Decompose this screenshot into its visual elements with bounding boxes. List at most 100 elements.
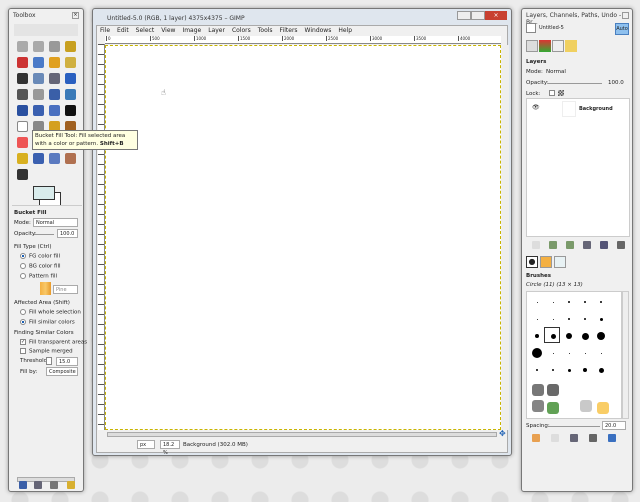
tool-icon[interactable] [33,73,44,84]
tool-icon[interactable] [33,89,44,100]
brush-item[interactable] [547,402,559,414]
brush-item[interactable] [568,318,570,320]
new-layer-icon[interactable] [532,241,540,249]
tab-channels[interactable] [539,40,551,52]
brush-item[interactable] [532,400,544,412]
foreground-color-swatch[interactable] [33,186,55,200]
tool-icon[interactable] [49,153,60,164]
tool-icon[interactable] [65,41,76,52]
tool-icon[interactable] [49,105,60,116]
brush-item[interactable] [580,400,592,412]
tab-brushes[interactable]: ● [526,256,538,268]
sample-merged-checkbox[interactable]: Sample merged [20,348,73,355]
opacity-slider[interactable] [34,234,54,235]
brush-item[interactable] [568,301,570,303]
delete-layer-icon[interactable] [617,241,625,249]
brush-item[interactable] [536,369,538,371]
brush-item[interactable] [547,384,559,396]
fg-fill-radio[interactable]: FG color fill [20,253,60,260]
layer-name[interactable]: Background [579,106,613,112]
menu-image[interactable]: Image [182,27,201,34]
threshold-input[interactable]: 15.0 [56,357,78,366]
brush-item[interactable] [581,332,589,340]
brush-item[interactable] [600,352,602,354]
tool-icon[interactable] [65,105,76,116]
maximize-button[interactable] [471,11,485,20]
lock-pixels-checkbox[interactable] [549,90,555,96]
auto-button[interactable]: Auto [615,23,629,35]
navigate-icon[interactable]: ✥ [499,429,506,438]
brush-item[interactable] [566,333,572,339]
spacing-input[interactable]: 20.0 [602,421,626,430]
tool-icon[interactable] [49,89,60,100]
duplicate-layer-icon[interactable] [583,241,591,249]
brush-item[interactable] [532,384,544,396]
delete-brush-icon[interactable] [589,434,597,442]
threshold-slider[interactable] [46,357,52,365]
lower-layer-icon[interactable] [566,241,574,249]
layer-opacity-value[interactable]: 100.0 [608,80,624,86]
menu-select[interactable]: Select [136,27,155,34]
close-icon[interactable] [622,12,629,19]
menu-layer[interactable]: Layer [208,27,225,34]
spacing-slider[interactable] [548,426,600,427]
tool-icon[interactable] [33,153,44,164]
fill-similar-colors-radio[interactable]: Fill similar colors [20,319,75,326]
menu-tools[interactable]: Tools [258,27,273,34]
duplicate-brush-icon[interactable] [570,434,578,442]
brush-item[interactable] [597,332,605,340]
tool-icon[interactable] [49,73,60,84]
brush-item[interactable] [552,369,554,371]
canvas[interactable] [105,45,501,430]
tool-icon[interactable] [17,121,28,132]
brush-item[interactable] [567,368,571,372]
fill-transparent-checkbox[interactable]: ✓ Fill transparent areas [20,339,87,346]
layer-mode-select[interactable]: Normal [546,69,566,75]
tool-icon[interactable] [17,153,28,164]
refresh-brushes-icon[interactable] [608,434,616,442]
anchor-layer-icon[interactable] [600,241,608,249]
brush-item[interactable] [598,367,604,373]
menu-help[interactable]: Help [338,27,352,34]
tool-icon[interactable] [49,57,60,68]
horizontal-scrollbar[interactable] [107,432,497,437]
brush-item[interactable] [597,402,609,414]
tool-icon[interactable] [33,41,44,52]
tab-undo[interactable] [565,40,577,52]
delete-options-icon[interactable] [50,481,58,489]
brush-item[interactable] [552,301,554,303]
fill-by-select[interactable]: Composite [46,367,78,376]
bg-fill-radio[interactable]: BG color fill [20,263,61,270]
tool-icon[interactable] [65,153,76,164]
new-brush-icon[interactable] [551,434,559,442]
eye-icon[interactable]: 👁 [532,104,540,111]
brush-item[interactable] [536,301,538,303]
tool-icon[interactable] [65,57,76,68]
menu-windows[interactable]: Windows [305,27,332,34]
tab-paths[interactable] [552,40,564,52]
tool-icon[interactable] [49,41,60,52]
tool-icon[interactable] [17,137,28,148]
vertical-scrollbar[interactable] [502,45,509,430]
tool-icon[interactable] [65,73,76,84]
edit-brush-icon[interactable] [532,434,540,442]
brush-item[interactable] [552,318,554,320]
brush-item[interactable] [552,352,554,354]
minimize-button[interactable] [457,11,471,20]
menu-filters[interactable]: Filters [280,27,298,34]
menu-colors[interactable]: Colors [232,27,251,34]
raise-layer-icon[interactable] [549,241,557,249]
brush-item[interactable] [568,352,570,354]
fill-whole-selection-radio[interactable]: Fill whole selection [20,309,81,316]
brush-item[interactable] [535,334,539,338]
tab-layers[interactable] [526,40,538,52]
opacity-input[interactable]: 100.0 [57,229,78,238]
brush-item[interactable] [600,301,602,303]
save-options-icon[interactable] [19,481,27,489]
image-select[interactable]: Untitled-5 [537,24,607,33]
brush-item[interactable] [584,301,586,303]
tool-icon[interactable] [17,105,28,116]
tab-gradients[interactable] [554,256,566,268]
reset-options-icon[interactable] [67,481,75,489]
tool-icon[interactable] [17,73,28,84]
